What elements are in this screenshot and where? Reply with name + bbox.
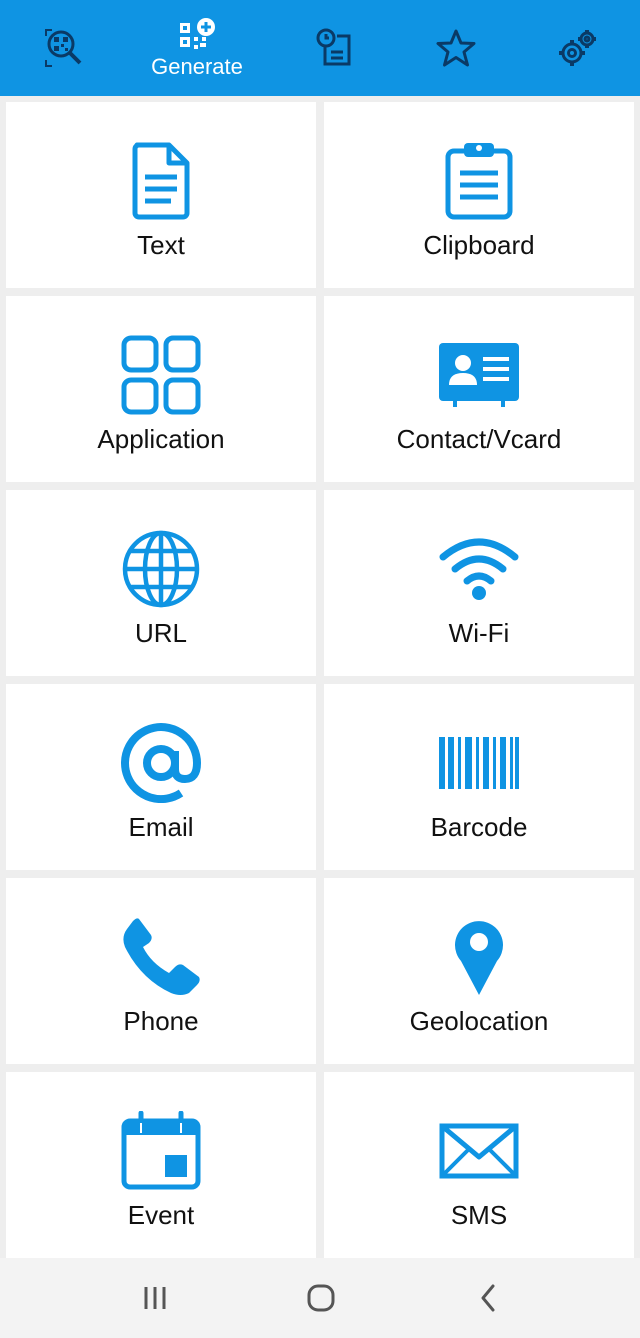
item-event[interactable]: Event: [6, 1072, 316, 1258]
system-nav-bar: [0, 1258, 640, 1338]
star-icon: [436, 29, 476, 67]
item-geolocation[interactable]: Geolocation: [324, 878, 634, 1064]
item-phone[interactable]: Phone: [6, 878, 316, 1064]
item-email[interactable]: Email: [6, 684, 316, 870]
tab-scan[interactable]: [0, 0, 128, 96]
barcode-icon: [439, 737, 519, 789]
phone-icon: [123, 918, 200, 995]
item-wifi[interactable]: Wi-Fi: [324, 490, 634, 676]
item-label: Barcode: [430, 812, 528, 842]
at-sign-icon: [121, 723, 201, 803]
tab-favorites[interactable]: [392, 0, 520, 96]
item-label: SMS: [450, 1200, 508, 1230]
settings-gear-icon: [559, 30, 596, 66]
apps-grid-icon: [121, 335, 201, 415]
history-icon: [316, 28, 351, 66]
item-label: Email: [128, 812, 194, 842]
clipboard-icon: [445, 143, 513, 220]
item-application[interactable]: Application: [6, 296, 316, 482]
map-pin-icon: [455, 921, 503, 995]
contact-card-icon: [439, 343, 519, 407]
item-contact-vcard[interactable]: Contact/Vcard: [324, 296, 634, 482]
item-clipboard[interactable]: Clipboard: [324, 102, 634, 288]
item-label: Event: [127, 1200, 195, 1230]
recent-apps-icon: [144, 1287, 166, 1309]
document-icon: [132, 142, 190, 220]
item-label: Contact/Vcard: [396, 424, 562, 454]
back-button[interactable]: [428, 1258, 548, 1338]
calendar-icon: [121, 1111, 201, 1190]
item-barcode[interactable]: Barcode: [324, 684, 634, 870]
qr-generate-icon: [180, 18, 215, 49]
tab-history[interactable]: [270, 0, 398, 96]
item-label: Wi-Fi: [448, 618, 510, 648]
item-label: Geolocation: [409, 1006, 549, 1036]
globe-icon: [122, 530, 200, 608]
home-icon: [307, 1284, 335, 1312]
item-text[interactable]: Text: [6, 102, 316, 288]
item-label: URL: [134, 618, 187, 648]
wifi-icon: [439, 538, 519, 600]
qr-scan-search-icon: [45, 29, 82, 67]
envelope-icon: [439, 1123, 519, 1179]
item-label: Phone: [123, 1006, 199, 1036]
item-url[interactable]: URL: [6, 490, 316, 676]
item-sms[interactable]: SMS: [324, 1072, 634, 1258]
tab-settings[interactable]: [514, 0, 640, 96]
recent-apps-button[interactable]: [95, 1258, 215, 1338]
top-tab-bar: Generate: [0, 0, 640, 96]
tab-generate[interactable]: Generate: [133, 0, 261, 96]
back-icon: [481, 1284, 495, 1312]
item-label: Clipboard: [423, 230, 535, 260]
home-button[interactable]: [261, 1258, 381, 1338]
tab-generate-label: Generate: [151, 54, 243, 79]
item-label: Text: [137, 230, 185, 260]
item-label: Application: [97, 424, 225, 454]
